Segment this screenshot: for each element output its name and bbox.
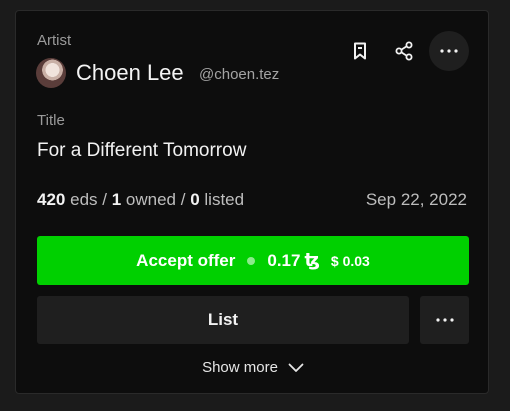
edition-stats: 420 eds / 1 owned / 0 listed	[37, 190, 245, 209]
listed-count: 0	[190, 190, 200, 209]
share-button[interactable]	[384, 31, 424, 71]
artist-avatar[interactable]	[36, 58, 66, 88]
list-button[interactable]: List	[37, 296, 409, 344]
ellipsis-icon	[440, 49, 458, 53]
offer-price: 0.17	[267, 250, 301, 270]
nft-details-card: Artist Choen Lee @choen.tez Title For a …	[15, 10, 489, 394]
chevron-down-icon	[288, 363, 304, 372]
accept-offer-button[interactable]: Accept offer 0.17 ꜩ $ 0.03	[37, 236, 469, 285]
bookmark-icon	[354, 42, 366, 60]
list-more-options-button[interactable]	[420, 296, 469, 344]
listed-label: listed	[204, 190, 245, 209]
owned-count: 1	[111, 190, 122, 209]
owned-label: owned	[125, 190, 177, 209]
separator-dot	[247, 256, 256, 265]
tez-currency-icon: ꜩ	[304, 250, 320, 270]
mint-date: Sep 22, 2022	[365, 190, 467, 209]
share-icon	[395, 41, 413, 61]
offer-usd-value: $ 0.03	[330, 252, 370, 269]
artist-label: Artist	[37, 32, 72, 49]
ellipsis-icon	[435, 318, 454, 322]
editions-count: 420	[37, 190, 66, 209]
artist-name[interactable]: Choen Lee	[76, 60, 184, 86]
show-more-toggle[interactable]: Show more	[16, 359, 490, 376]
more-options-button[interactable]	[429, 31, 469, 71]
artwork-title: For a Different Tomorrow	[37, 140, 247, 161]
show-more-label: Show more	[202, 359, 278, 376]
title-label: Title	[37, 112, 65, 129]
accept-offer-label: Accept offer	[136, 250, 236, 270]
bookmark-button[interactable]	[340, 31, 380, 71]
editions-label: eds	[70, 190, 98, 209]
artist-handle[interactable]: @choen.tez	[199, 66, 279, 83]
